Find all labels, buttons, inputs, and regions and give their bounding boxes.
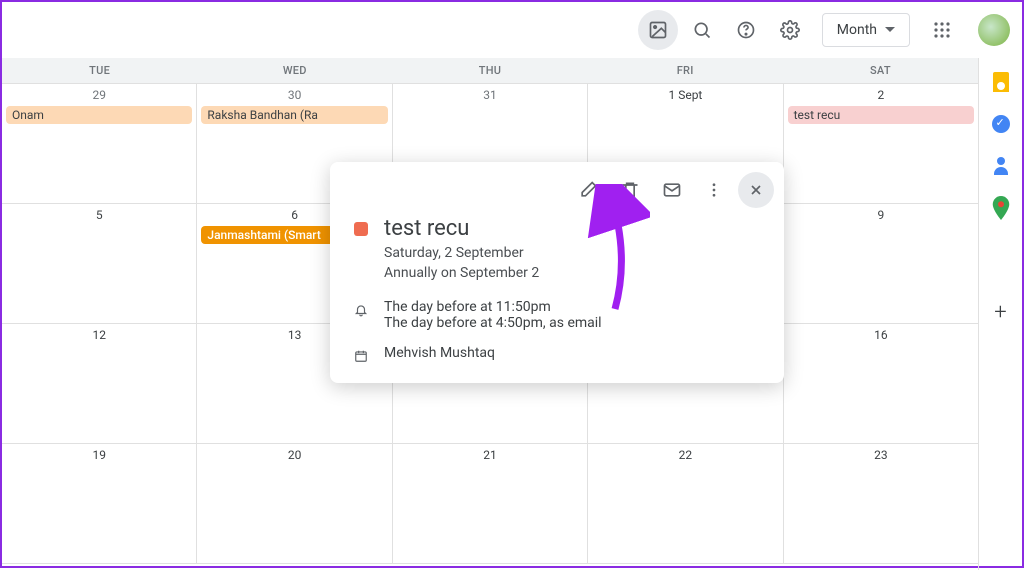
bell-icon [354, 299, 368, 319]
day-cell[interactable]: 16 [784, 324, 978, 443]
maps-icon[interactable] [991, 198, 1011, 218]
dow-label: WED [197, 58, 392, 83]
date-number: 30 [201, 88, 387, 102]
event-color-icon [354, 222, 368, 236]
date-number: 23 [788, 448, 974, 462]
day-cell[interactable]: 9 [784, 204, 978, 323]
apps-grid-icon-button[interactable] [922, 10, 962, 50]
date-number: 19 [6, 448, 192, 462]
popover-recurrence: Annually on September 2 [384, 265, 539, 281]
event-chip-testrecu[interactable]: test recu [788, 106, 974, 124]
popover-date: Saturday, 2 September [384, 245, 539, 261]
event-chip-raksha[interactable]: Raksha Bandhan (Ra [201, 106, 387, 124]
popover-title: test recu [384, 216, 539, 241]
contacts-icon[interactable] [991, 156, 1011, 176]
date-number: 5 [6, 208, 192, 222]
settings-icon-button[interactable] [770, 10, 810, 50]
edit-icon-button[interactable] [570, 172, 606, 208]
side-panel: + [978, 58, 1022, 570]
date-number: 20 [201, 448, 387, 462]
date-number: 1 Sept [592, 88, 778, 102]
day-cell[interactable]: 29 Onam [2, 84, 197, 203]
view-switcher[interactable]: Month [822, 13, 910, 47]
dow-label: THU [392, 58, 587, 83]
date-number: 22 [592, 448, 778, 462]
email-icon-button[interactable] [654, 172, 690, 208]
add-addon-button[interactable]: + [991, 302, 1011, 322]
day-of-week-header: TUE WED THU FRI SAT [2, 58, 978, 84]
day-cell[interactable]: 20 [197, 444, 392, 563]
day-cell[interactable]: 19 [2, 444, 197, 563]
delete-icon-button[interactable] [612, 172, 648, 208]
app-header: Month [2, 2, 1022, 58]
dow-label: FRI [588, 58, 783, 83]
dow-label: SAT [783, 58, 978, 83]
date-number: 31 [397, 88, 583, 102]
day-cell[interactable]: 2 test recu [784, 84, 978, 203]
date-number: 12 [6, 328, 192, 342]
organizer-name: Mehvish Mushtaq [384, 345, 495, 361]
view-label: Month [837, 22, 877, 38]
day-cell[interactable]: 21 [393, 444, 588, 563]
date-number: 21 [397, 448, 583, 462]
date-number: 9 [788, 208, 974, 222]
day-cell[interactable]: 5 [2, 204, 197, 323]
reminder-text: The day before at 4:50pm, as email [384, 315, 602, 331]
keep-icon[interactable] [991, 72, 1011, 92]
image-icon-button[interactable] [638, 10, 678, 50]
calendar-grid: TUE WED THU FRI SAT 29 Onam 30 Raksha Ba… [2, 58, 978, 570]
day-cell[interactable]: 23 [784, 444, 978, 563]
search-icon-button[interactable] [682, 10, 722, 50]
close-icon-button[interactable] [738, 172, 774, 208]
date-number: 16 [788, 328, 974, 342]
event-chip-onam[interactable]: Onam [6, 106, 192, 124]
date-number: 2 [788, 88, 974, 102]
options-icon-button[interactable] [696, 172, 732, 208]
event-popover: test recu Saturday, 2 September Annually… [330, 162, 784, 383]
day-cell[interactable]: 22 [588, 444, 783, 563]
chevron-down-icon [885, 27, 895, 33]
tasks-icon[interactable] [991, 114, 1011, 134]
account-avatar[interactable] [978, 14, 1010, 46]
calendar-icon [354, 345, 368, 365]
reminder-text: The day before at 11:50pm [384, 299, 602, 315]
help-icon-button[interactable] [726, 10, 766, 50]
date-number: 29 [6, 88, 192, 102]
day-cell[interactable]: 12 [2, 324, 197, 443]
dow-label: TUE [2, 58, 197, 83]
